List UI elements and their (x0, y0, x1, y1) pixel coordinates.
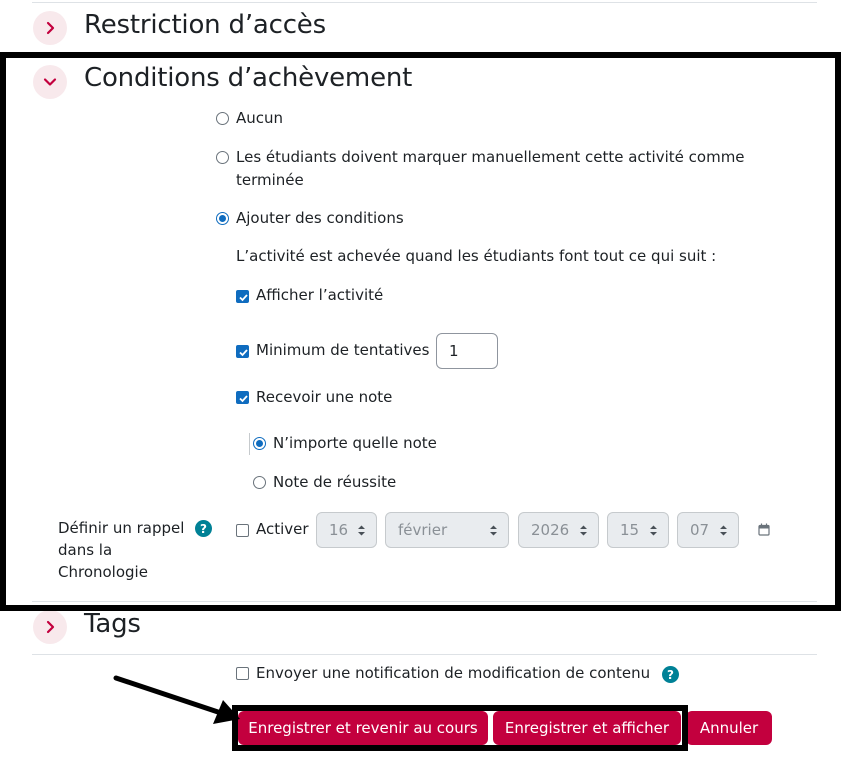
chevron-right-icon (46, 620, 55, 634)
chevron-right-icon (46, 21, 55, 35)
restriction-toggle[interactable] (33, 11, 67, 45)
help-icon[interactable]: ? (662, 666, 679, 683)
buttons-highlight-box (232, 705, 688, 751)
notify-label: Envoyer une notification de modification… (256, 664, 651, 682)
cancel-button[interactable]: Annuler (686, 711, 772, 745)
completion-highlight-box (0, 52, 841, 611)
tags-toggle[interactable] (33, 610, 67, 644)
tags-title[interactable]: Tags (84, 609, 141, 639)
restriction-title[interactable]: Restriction d’accès (84, 10, 326, 40)
tags-divider (32, 654, 817, 655)
top-divider (32, 2, 817, 3)
arrow-icon (113, 675, 240, 724)
